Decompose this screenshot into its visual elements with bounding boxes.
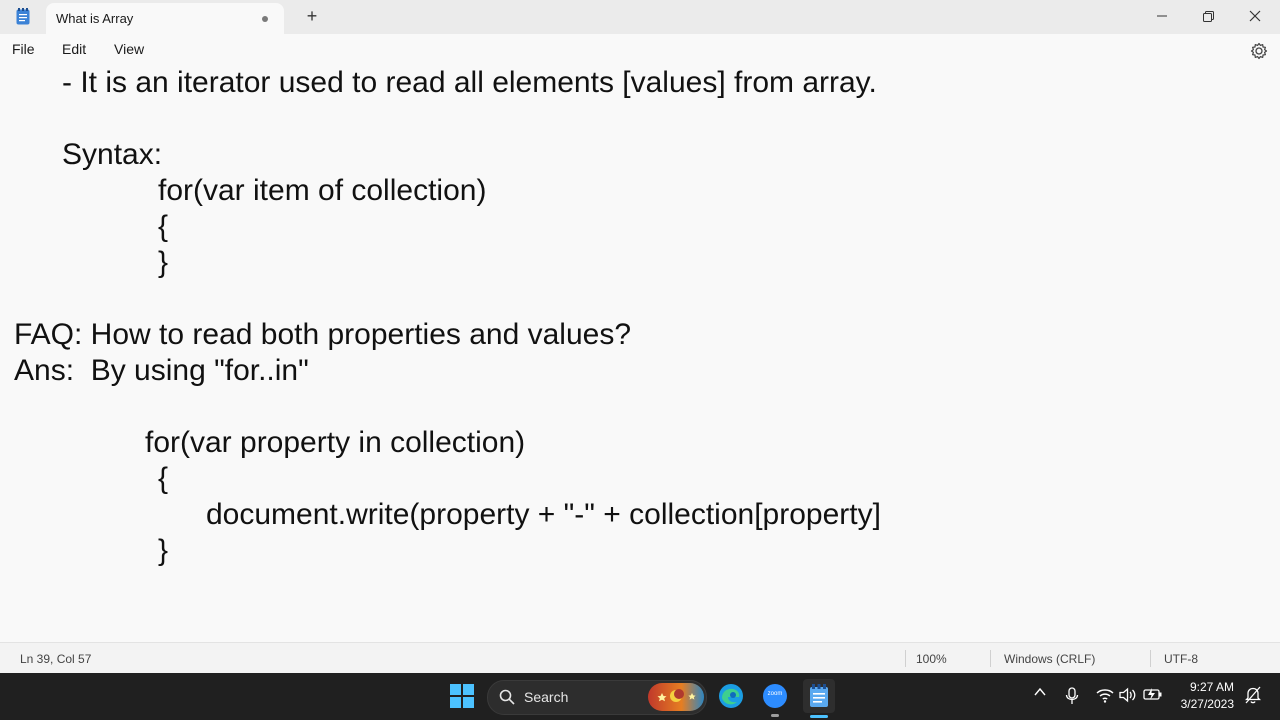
start-button[interactable]: [447, 681, 477, 711]
wifi-icon: [1096, 689, 1114, 703]
gear-icon: [1250, 42, 1268, 60]
notepad-taskbar-button[interactable]: [803, 679, 835, 713]
notepad-icon: [810, 684, 828, 707]
new-tab-button[interactable]: +: [302, 6, 322, 26]
edge-taskbar-button[interactable]: [716, 681, 746, 711]
microphone-button[interactable]: [1065, 687, 1079, 710]
network-button[interactable]: [1096, 687, 1114, 708]
search-icon: [499, 689, 515, 705]
status-bar: Ln 39, Col 57 100% Windows (CRLF) UTF-8: [0, 642, 1280, 674]
tab-what-is-array[interactable]: What is Array: [46, 3, 284, 34]
active-indicator: [810, 715, 828, 718]
editor-line: }: [158, 246, 169, 279]
editor-line: for(var property in collection): [145, 426, 526, 459]
line-ending[interactable]: Windows (CRLF): [1004, 652, 1095, 666]
running-indicator: [771, 714, 779, 717]
microphone-icon: [1065, 687, 1079, 704]
close-icon: [1249, 10, 1261, 22]
notifications-button[interactable]: [1244, 686, 1262, 709]
editor-line: for(var item of collection): [158, 174, 487, 207]
editor-line: document.write(property + "-" + collecti…: [206, 498, 881, 531]
chevron-up-icon: [1034, 687, 1046, 696]
speaker-icon: [1119, 687, 1136, 703]
menu-view[interactable]: View: [114, 41, 144, 57]
editor-line: }: [158, 534, 169, 567]
minimize-button[interactable]: [1139, 0, 1185, 32]
windows-icon: [450, 684, 474, 708]
title-bar: What is Array +: [0, 0, 1280, 34]
menu-edit[interactable]: Edit: [62, 41, 86, 57]
status-divider: [1150, 650, 1151, 667]
zoom-level[interactable]: 100%: [916, 652, 947, 666]
restore-icon: [1202, 10, 1214, 22]
zoom-taskbar-button[interactable]: zoom: [760, 681, 790, 711]
menu-bar: File Edit View: [0, 34, 1280, 66]
taskbar-search[interactable]: Search: [487, 680, 707, 715]
encoding[interactable]: UTF-8: [1164, 652, 1198, 666]
taskbar: Search zoom 9:27 AM 3/27/2023: [0, 673, 1280, 720]
editor-line: FAQ: How to read both properties and val…: [14, 318, 632, 351]
clock-date[interactable]: 3/27/2023: [1170, 697, 1234, 711]
restore-button[interactable]: [1185, 0, 1231, 32]
text-editor[interactable]: - It is an iterator used to read all ele…: [0, 66, 1280, 642]
unsaved-indicator[interactable]: [262, 16, 268, 22]
editor-line: Syntax:: [62, 138, 163, 171]
zoom-label: zoom: [767, 691, 783, 697]
editor-line: Ans: By using "for..in": [14, 354, 309, 387]
close-button[interactable]: [1232, 0, 1278, 32]
volume-button[interactable]: [1119, 687, 1137, 708]
battery-charging-icon: [1143, 688, 1162, 700]
cursor-position: Ln 39, Col 57: [20, 652, 92, 666]
status-divider: [905, 650, 906, 667]
show-hidden-icons-button[interactable]: [1033, 685, 1047, 704]
editor-line: {: [158, 462, 169, 495]
search-label: Search: [524, 689, 569, 705]
clock-time[interactable]: 9:27 AM: [1176, 680, 1234, 694]
menu-file[interactable]: File: [12, 41, 35, 57]
battery-button[interactable]: [1143, 687, 1163, 706]
editor-line: - It is an iterator used to read all ele…: [62, 66, 877, 99]
minimize-icon: [1157, 15, 1167, 17]
status-divider: [990, 650, 991, 667]
editor-line: {: [158, 210, 169, 243]
tab-title: What is Array: [56, 11, 134, 26]
notepad-icon: [16, 8, 30, 25]
settings-button[interactable]: [1248, 40, 1270, 62]
search-highlight-icon: [648, 683, 704, 711]
edge-icon: [719, 684, 743, 708]
notification-icon: [1244, 686, 1262, 704]
